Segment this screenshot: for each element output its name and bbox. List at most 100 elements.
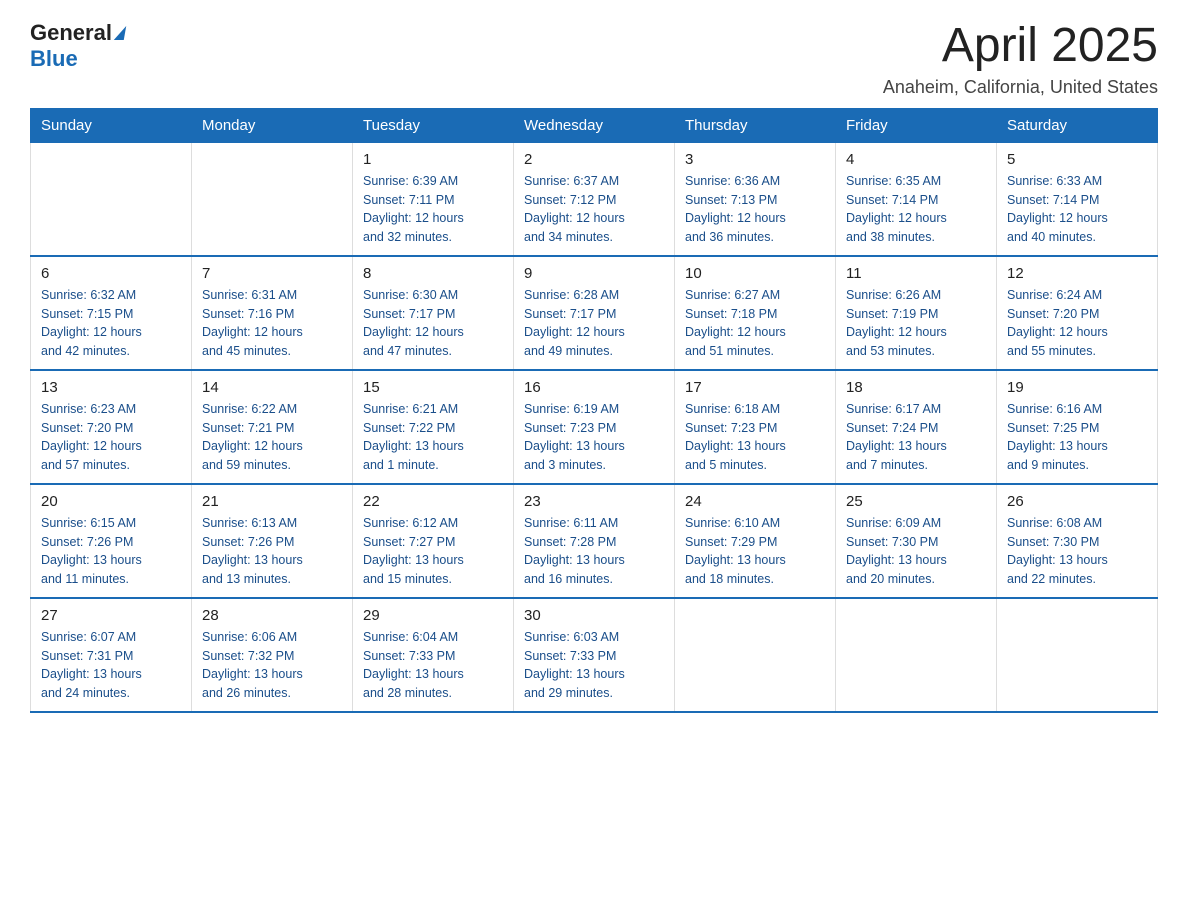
day-number: 10 (685, 265, 825, 282)
day-info: Sunrise: 6:33 AM Sunset: 7:14 PM Dayligh… (1007, 172, 1147, 247)
calendar-cell: 8Sunrise: 6:30 AM Sunset: 7:17 PM Daylig… (353, 256, 514, 370)
location: Anaheim, California, United States (883, 77, 1158, 98)
day-number: 17 (685, 379, 825, 396)
calendar-week-row: 6 Sunrise: 6:32 AM Sunset: 7:15 PM Daylig… (31, 256, 1158, 370)
calendar-cell: 3 Sunrise: 6:36 AM Sunset: 7:13 PM Daylig… (675, 142, 836, 256)
day-info: Sunrise: 6:06 AM Sunset: 7:32 PM Dayligh… (202, 628, 342, 703)
calendar-cell: 7 Sunrise: 6:31 AM Sunset: 7:16 PM Daylig… (192, 256, 353, 370)
day-info: Sunrise: 6:32 AM Sunset: 7:15 PM Dayligh… (41, 286, 181, 361)
calendar-cell: 2 Sunrise: 6:37 AM Sunset: 7:12 PM Daylig… (514, 142, 675, 256)
day-number: 23 (524, 493, 664, 510)
weekday-header-thursday: Thursday (675, 108, 836, 142)
day-info: Sunrise: 6:22 AM Sunset: 7:21 PM Dayligh… (202, 400, 342, 475)
day-number: 25 (846, 493, 986, 510)
calendar-cell: 26Sunrise: 6:08 AM Sunset: 7:30 PM Dayli… (997, 484, 1158, 598)
calendar-cell: 28 Sunrise: 6:06 AM Sunset: 7:32 PM Dayli… (192, 598, 353, 712)
day-number: 13 (41, 379, 181, 396)
calendar-cell: 16 Sunrise: 6:19 AM Sunset: 7:23 PM Dayli… (514, 370, 675, 484)
logo-general: General (30, 20, 112, 46)
calendar-cell: 9 Sunrise: 6:28 AM Sunset: 7:17 PM Daylig… (514, 256, 675, 370)
calendar-cell (31, 142, 192, 256)
calendar-week-row: 27Sunrise: 6:07 AM Sunset: 7:31 PM Dayli… (31, 598, 1158, 712)
calendar-cell: 15 Sunrise: 6:21 AM Sunset: 7:22 PM Dayli… (353, 370, 514, 484)
day-number: 29 (363, 607, 503, 624)
weekday-header-monday: Monday (192, 108, 353, 142)
calendar-cell: 25 Sunrise: 6:09 AM Sunset: 7:30 PM Dayli… (836, 484, 997, 598)
weekday-header-friday: Friday (836, 108, 997, 142)
calendar-cell: 10 Sunrise: 6:27 AM Sunset: 7:18 PM Dayli… (675, 256, 836, 370)
calendar-table: SundayMondayTuesdayWednesdayThursdayFrid… (30, 108, 1158, 713)
weekday-header-tuesday: Tuesday (353, 108, 514, 142)
day-number: 20 (41, 493, 181, 510)
day-number: 16 (524, 379, 664, 396)
day-info: Sunrise: 6:18 AM Sunset: 7:23 PM Dayligh… (685, 400, 825, 475)
day-info: Sunrise: 6:31 AM Sunset: 7:16 PM Dayligh… (202, 286, 342, 361)
calendar-cell: 11 Sunrise: 6:26 AM Sunset: 7:19 PM Dayli… (836, 256, 997, 370)
day-info: Sunrise: 6:11 AM Sunset: 7:28 PM Dayligh… (524, 514, 664, 589)
day-number: 7 (202, 265, 342, 282)
day-info: Sunrise: 6:21 AM Sunset: 7:22 PM Dayligh… (363, 400, 503, 475)
title-block: April 2025 Anaheim, California, United S… (883, 20, 1158, 98)
logo: General Blue (30, 20, 125, 72)
day-number: 14 (202, 379, 342, 396)
day-number: 8 (363, 265, 503, 282)
day-number: 2 (524, 151, 664, 168)
day-info: Sunrise: 6:13 AM Sunset: 7:26 PM Dayligh… (202, 514, 342, 589)
calendar-cell: 30 Sunrise: 6:03 AM Sunset: 7:33 PM Dayli… (514, 598, 675, 712)
day-info: Sunrise: 6:36 AM Sunset: 7:13 PM Dayligh… (685, 172, 825, 247)
day-number: 9 (524, 265, 664, 282)
day-info: Sunrise: 6:27 AM Sunset: 7:18 PM Dayligh… (685, 286, 825, 361)
day-info: Sunrise: 6:17 AM Sunset: 7:24 PM Dayligh… (846, 400, 986, 475)
day-info: Sunrise: 6:03 AM Sunset: 7:33 PM Dayligh… (524, 628, 664, 703)
calendar-cell (192, 142, 353, 256)
calendar-cell: 5Sunrise: 6:33 AM Sunset: 7:14 PM Daylig… (997, 142, 1158, 256)
day-info: Sunrise: 6:12 AM Sunset: 7:27 PM Dayligh… (363, 514, 503, 589)
calendar-week-row: 20Sunrise: 6:15 AM Sunset: 7:26 PM Dayli… (31, 484, 1158, 598)
day-number: 1 (363, 151, 503, 168)
day-info: Sunrise: 6:39 AM Sunset: 7:11 PM Dayligh… (363, 172, 503, 247)
calendar-cell: 13 Sunrise: 6:23 AM Sunset: 7:20 PM Dayli… (31, 370, 192, 484)
day-number: 12 (1007, 265, 1147, 282)
calendar-cell: 19Sunrise: 6:16 AM Sunset: 7:25 PM Dayli… (997, 370, 1158, 484)
calendar-cell (675, 598, 836, 712)
day-info: Sunrise: 6:04 AM Sunset: 7:33 PM Dayligh… (363, 628, 503, 703)
weekday-header-row: SundayMondayTuesdayWednesdayThursdayFrid… (31, 108, 1158, 142)
day-info: Sunrise: 6:24 AM Sunset: 7:20 PM Dayligh… (1007, 286, 1147, 361)
day-info: Sunrise: 6:28 AM Sunset: 7:17 PM Dayligh… (524, 286, 664, 361)
day-number: 18 (846, 379, 986, 396)
calendar-cell: 20Sunrise: 6:15 AM Sunset: 7:26 PM Dayli… (31, 484, 192, 598)
calendar-cell: 24Sunrise: 6:10 AM Sunset: 7:29 PM Dayli… (675, 484, 836, 598)
calendar-cell (836, 598, 997, 712)
day-number: 21 (202, 493, 342, 510)
day-number: 6 (41, 265, 181, 282)
day-number: 28 (202, 607, 342, 624)
calendar-cell: 1 Sunrise: 6:39 AM Sunset: 7:11 PM Daylig… (353, 142, 514, 256)
day-number: 19 (1007, 379, 1147, 396)
calendar-cell: 22Sunrise: 6:12 AM Sunset: 7:27 PM Dayli… (353, 484, 514, 598)
day-number: 3 (685, 151, 825, 168)
page-header: General Blue April 2025 Anaheim, Califor… (30, 20, 1158, 98)
day-info: Sunrise: 6:07 AM Sunset: 7:31 PM Dayligh… (41, 628, 181, 703)
day-info: Sunrise: 6:09 AM Sunset: 7:30 PM Dayligh… (846, 514, 986, 589)
calendar-cell: 27Sunrise: 6:07 AM Sunset: 7:31 PM Dayli… (31, 598, 192, 712)
calendar-cell: 6 Sunrise: 6:32 AM Sunset: 7:15 PM Daylig… (31, 256, 192, 370)
day-info: Sunrise: 6:26 AM Sunset: 7:19 PM Dayligh… (846, 286, 986, 361)
weekday-header-sunday: Sunday (31, 108, 192, 142)
calendar-cell: 14 Sunrise: 6:22 AM Sunset: 7:21 PM Dayli… (192, 370, 353, 484)
calendar-cell: 18 Sunrise: 6:17 AM Sunset: 7:24 PM Dayli… (836, 370, 997, 484)
weekday-header-wednesday: Wednesday (514, 108, 675, 142)
day-info: Sunrise: 6:23 AM Sunset: 7:20 PM Dayligh… (41, 400, 181, 475)
calendar-cell: 21 Sunrise: 6:13 AM Sunset: 7:26 PM Dayli… (192, 484, 353, 598)
day-number: 30 (524, 607, 664, 624)
calendar-week-row: 13 Sunrise: 6:23 AM Sunset: 7:20 PM Dayli… (31, 370, 1158, 484)
weekday-header-saturday: Saturday (997, 108, 1158, 142)
calendar-cell (997, 598, 1158, 712)
day-number: 15 (363, 379, 503, 396)
calendar-cell: 29 Sunrise: 6:04 AM Sunset: 7:33 PM Dayli… (353, 598, 514, 712)
day-number: 4 (846, 151, 986, 168)
logo-blue: Blue (30, 46, 78, 72)
day-info: Sunrise: 6:10 AM Sunset: 7:29 PM Dayligh… (685, 514, 825, 589)
day-info: Sunrise: 6:19 AM Sunset: 7:23 PM Dayligh… (524, 400, 664, 475)
day-info: Sunrise: 6:37 AM Sunset: 7:12 PM Dayligh… (524, 172, 664, 247)
day-number: 11 (846, 265, 986, 282)
